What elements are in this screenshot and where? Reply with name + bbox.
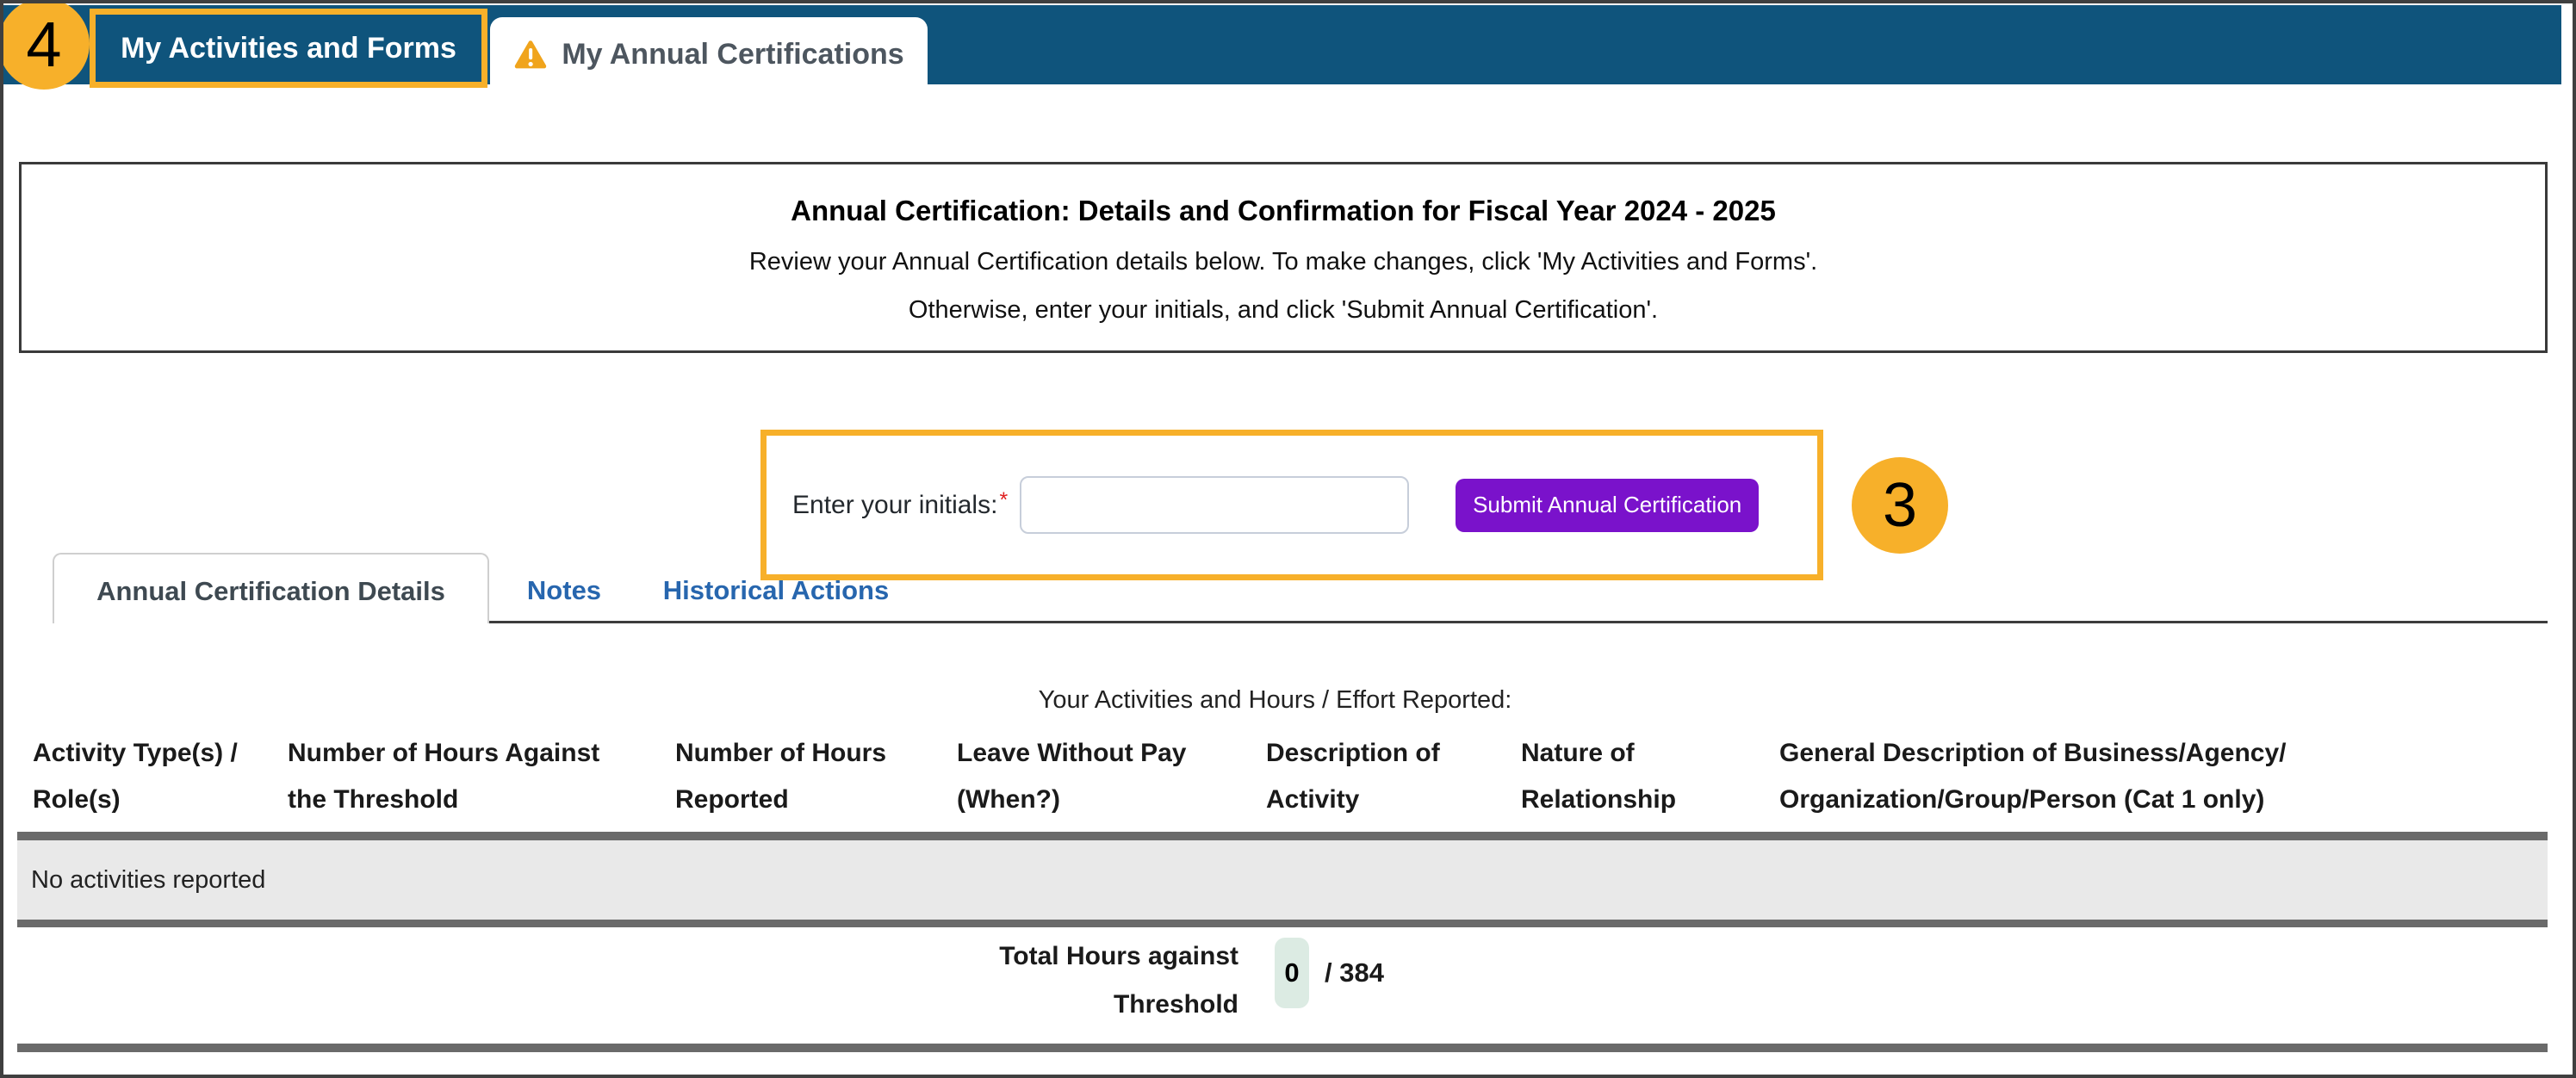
- column-header-description-of-activity: Description of Activity: [1266, 730, 1521, 823]
- column-header-general-description: General Description of Business/Agency/ …: [1779, 730, 2548, 823]
- total-hours-threshold: / 384: [1325, 949, 1384, 997]
- tab-my-annual-certifications-label: My Annual Certifications: [562, 38, 903, 71]
- report-heading: Your Activities and Hours / Effort Repor…: [3, 686, 2547, 715]
- certification-instruction-box: Annual Certification: Details and Confir…: [19, 162, 2548, 353]
- callout-badge-4: 4: [0, 0, 90, 90]
- tab-my-annual-certifications[interactable]: My Annual Certifications: [490, 17, 928, 91]
- total-hours-value: 0: [1275, 938, 1309, 1008]
- column-header-activity-type: Activity Type(s) / Role(s): [33, 730, 288, 823]
- column-header-hours-against-threshold: Number of Hours Against the Threshold: [288, 730, 675, 823]
- app-window: My Activities and Forms 4 My Annual Cert…: [0, 0, 2576, 1078]
- column-header-leave-without-pay: Leave Without Pay (When?): [957, 730, 1266, 823]
- initials-label: Enter your initials:*: [792, 491, 1008, 520]
- table-row-empty: No activities reported: [17, 840, 2548, 920]
- total-hours-label: Total Hours against Threshold: [860, 932, 1238, 1029]
- certification-instruction-line-1: Review your Annual Certification details…: [749, 247, 1817, 276]
- certification-instruction-line-2: Otherwise, enter your initials, and clic…: [909, 295, 1658, 325]
- tab-my-activities-and-forms-label: My Activities and Forms: [121, 32, 456, 65]
- certification-title: Annual Certification: Details and Confir…: [791, 194, 1776, 228]
- tab-annual-certification-details[interactable]: Annual Certification Details: [53, 553, 489, 623]
- empty-message: No activities reported: [31, 866, 265, 895]
- callout-badge-3: 3: [1852, 457, 1948, 554]
- table-divider-top: [17, 832, 2548, 840]
- column-header-nature-of-relationship: Nature of Relationship: [1521, 730, 1779, 823]
- required-asterisk: *: [999, 488, 1008, 512]
- activities-table-header: Activity Type(s) / Role(s) Number of Hou…: [17, 730, 2548, 823]
- total-hours-row: Total Hours against Threshold 0 / 384: [17, 927, 2548, 1040]
- table-divider-middle: [17, 920, 2548, 927]
- table-divider-bottom: [17, 1044, 2548, 1052]
- tab-notes[interactable]: Notes: [517, 554, 611, 622]
- tab-my-activities-and-forms[interactable]: My Activities and Forms: [90, 9, 487, 88]
- warning-triangle-icon: [513, 39, 548, 71]
- column-header-hours-reported: Number of Hours Reported: [675, 730, 957, 823]
- submit-annual-certification-button[interactable]: Submit Annual Certification: [1456, 479, 1759, 532]
- initials-input[interactable]: [1020, 476, 1409, 534]
- initials-entry-panel: Enter your initials:* Submit Annual Cert…: [760, 430, 1823, 580]
